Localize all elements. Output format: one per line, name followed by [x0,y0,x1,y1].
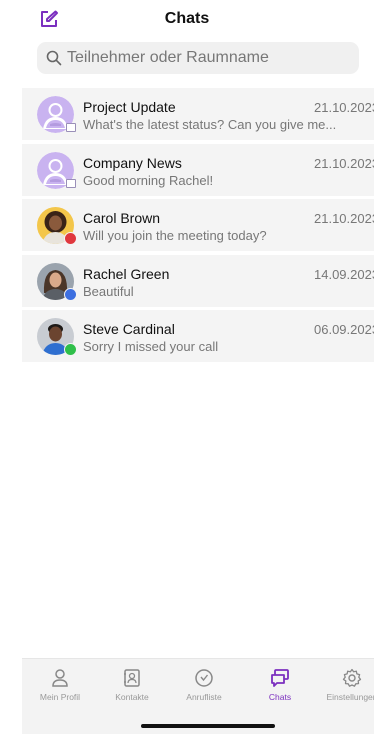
chat-preview: Good morning Rachel! [83,172,214,188]
tab-chats[interactable]: Chats [245,659,315,707]
chat-row-carol-brown[interactable]: Carol Brown 21.10.2023 Will you join the… [22,199,374,251]
group-badge-icon [66,178,76,188]
chat-date: 21.10.2023 [314,100,374,115]
gear-icon [342,668,362,687]
tab-mein-profil[interactable]: Mein Profil [25,659,95,707]
home-indicator [141,724,275,728]
chat-preview: What's the latest status? Can you give m… [83,117,337,132]
chat-name: Company News [83,154,182,171]
chat-name: Rachel Green [83,265,170,282]
header: Chats [0,0,374,38]
chat-date: 21.10.2023 [314,211,374,226]
search-icon [46,50,62,66]
page-title: Chats [164,10,210,27]
chat-date: 06.09.2023 [314,322,374,337]
chat-preview: Will you join the meeting today? [83,228,267,243]
tab-label: Anrufliste [186,692,222,702]
group-badge-icon [66,123,76,132]
tab-anrufliste[interactable]: Anrufliste [169,659,239,707]
chat-name: Steve Cardinal [83,321,175,337]
tab-label: Mein Profil [39,692,81,702]
chat-preview: Sorry I missed your call [83,339,219,354]
tab-einstellungen[interactable]: Einstellungen [317,659,374,707]
tab-kontakte[interactable]: Kontakte [97,659,167,707]
person-icon [52,669,68,687]
status-indicator [64,287,77,301]
chat-row-steve-cardinal[interactable]: Steve Cardinal 06.09.2023 Sorry I missed… [22,310,374,362]
search-input[interactable] [67,49,347,67]
status-indicator [64,232,77,245]
chat-name: Project Update [83,99,176,115]
search-bar[interactable] [37,42,359,74]
tab-label: Einstellungen [326,692,374,702]
chat-row-project-update[interactable]: Project Update 21.10.2023 What's the lat… [22,88,374,140]
tab-label: Chats [268,692,292,702]
chat-row-rachel-green[interactable]: Rachel Green 14.09.2023 Beautiful [22,254,374,307]
call-history-icon [195,669,213,687]
chat-date: 21.10.2023 [314,155,374,171]
tab-bar: Mein Profil Kontakte Anrufliste Chats Ei… [22,658,374,734]
status-indicator [64,343,77,356]
chat-preview: Beautiful [83,283,134,299]
contacts-icon [124,669,140,687]
chats-icon [271,669,289,687]
chat-row-company-news[interactable]: Company News 21.10.2023 Good morning Rac… [22,143,374,196]
chat-date: 14.09.2023 [314,266,374,282]
chat-name: Carol Brown [83,210,161,226]
chat-list: Project Update 21.10.2023 What's the lat… [22,88,374,366]
tab-label: Kontakte [115,692,149,702]
